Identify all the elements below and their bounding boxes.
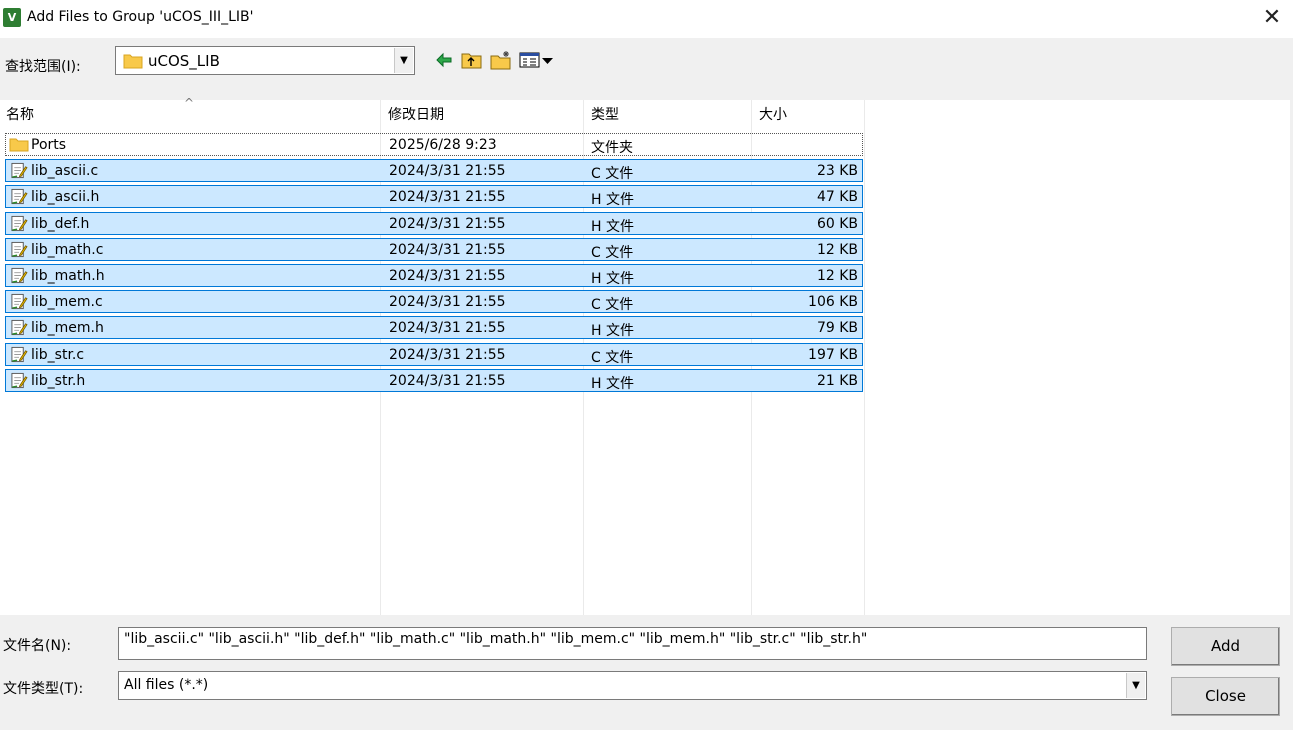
file-size: 79 KB	[816, 320, 858, 336]
file-row[interactable]: lib_ascii.h 2024/3/31 21:55 H 文件 47 KB	[5, 185, 863, 208]
folder-icon	[9, 138, 29, 152]
file-modified: 2024/3/31 21:55	[389, 373, 506, 389]
file-name: lib_mem.h	[31, 320, 104, 336]
window-title: Add Files to Group 'uCOS_III_LIB'	[27, 9, 254, 25]
source-file-icon	[11, 241, 28, 258]
file-size: 23 KB	[816, 163, 858, 179]
file-row[interactable]: lib_math.c 2024/3/31 21:55 C 文件 12 KB	[5, 238, 863, 261]
source-file-icon	[11, 267, 28, 284]
file-size: 12 KB	[816, 242, 858, 258]
file-size: 197 KB	[808, 347, 858, 363]
file-modified: 2025/6/28 9:23	[389, 137, 497, 153]
file-size: 12 KB	[816, 268, 858, 284]
file-size: 21 KB	[816, 373, 858, 389]
file-size: 60 KB	[816, 216, 858, 232]
file-type: H 文件	[591, 219, 634, 235]
filename-label: 文件名(N):	[3, 638, 72, 654]
file-modified: 2024/3/31 21:55	[389, 242, 506, 258]
column-header-type[interactable]: 类型	[585, 100, 750, 130]
file-row[interactable]: lib_math.h 2024/3/31 21:55 H 文件 12 KB	[5, 264, 863, 287]
file-row[interactable]: lib_str.h 2024/3/31 21:55 H 文件 21 KB	[5, 369, 863, 392]
file-type: C 文件	[591, 245, 634, 261]
column-header-modified[interactable]: 修改日期	[382, 100, 582, 130]
source-file-icon	[11, 215, 28, 232]
chevron-down-icon[interactable]: ▼	[1126, 673, 1145, 698]
file-type: H 文件	[591, 376, 634, 392]
file-modified: 2024/3/31 21:55	[389, 268, 506, 284]
filename-input[interactable]: "lib_ascii.c" "lib_ascii.h" "lib_def.h" …	[118, 627, 1147, 660]
chevron-down-icon[interactable]: ▼	[394, 48, 413, 73]
file-type: C 文件	[591, 166, 634, 182]
file-size: 106 KB	[808, 294, 858, 310]
app-icon: V	[3, 8, 21, 27]
close-button[interactable]: Close	[1171, 677, 1280, 716]
file-modified: 2024/3/31 21:55	[389, 163, 506, 179]
file-size: 47 KB	[816, 189, 858, 205]
file-name: Ports	[31, 137, 67, 153]
file-name: lib_mem.c	[31, 294, 103, 310]
add-button[interactable]: Add	[1171, 627, 1280, 666]
file-row[interactable]: lib_ascii.c 2024/3/31 21:55 C 文件 23 KB	[5, 159, 863, 182]
title-bar: V Add Files to Group 'uCOS_III_LIB' ✕	[0, 0, 1293, 38]
file-name: lib_str.c	[31, 347, 85, 363]
file-row[interactable]: Ports 2025/6/28 9:23 文件夹	[5, 133, 863, 156]
file-type: H 文件	[591, 192, 634, 208]
file-modified: 2024/3/31 21:55	[389, 320, 506, 336]
source-file-icon	[11, 188, 28, 205]
file-type: H 文件	[591, 271, 634, 287]
back-arrow-icon[interactable]	[435, 50, 453, 70]
file-name: lib_ascii.h	[31, 189, 100, 205]
source-file-icon	[11, 319, 28, 336]
file-name: lib_str.h	[31, 373, 86, 389]
file-row[interactable]: lib_str.c 2024/3/31 21:55 C 文件 197 KB	[5, 343, 863, 366]
new-folder-icon[interactable]	[490, 50, 512, 70]
source-file-icon	[11, 162, 28, 179]
filetype-dropdown[interactable]: All files (*.*) ▼	[118, 671, 1147, 700]
file-type: C 文件	[591, 350, 634, 366]
file-modified: 2024/3/31 21:55	[389, 347, 506, 363]
file-type: H 文件	[591, 323, 634, 339]
look-in-value: uCOS_LIB	[148, 52, 220, 70]
up-folder-icon[interactable]	[461, 50, 483, 70]
file-name: lib_math.h	[31, 268, 105, 284]
file-row[interactable]: lib_def.h 2024/3/31 21:55 H 文件 60 KB	[5, 212, 863, 235]
column-header-size[interactable]: 大小	[753, 100, 863, 130]
filetype-value: All files (*.*)	[124, 677, 209, 693]
filetype-label: 文件类型(T):	[3, 681, 84, 697]
file-type: C 文件	[591, 297, 634, 313]
column-separator	[864, 100, 865, 615]
source-file-icon	[11, 293, 28, 310]
close-window-icon[interactable]: ✕	[1251, 0, 1293, 38]
folder-icon	[123, 54, 143, 69]
file-row[interactable]: lib_mem.c 2024/3/31 21:55 C 文件 106 KB	[5, 290, 863, 313]
file-row[interactable]: lib_mem.h 2024/3/31 21:55 H 文件 79 KB	[5, 316, 863, 339]
file-name: lib_math.c	[31, 242, 104, 258]
view-menu-icon[interactable]	[519, 50, 555, 70]
file-name: lib_def.h	[31, 216, 90, 232]
column-header-name[interactable]: 名称	[0, 100, 380, 130]
file-modified: 2024/3/31 21:55	[389, 216, 506, 232]
file-name: lib_ascii.c	[31, 163, 99, 179]
look-in-dropdown[interactable]: uCOS_LIB ▼	[115, 46, 415, 75]
source-file-icon	[11, 346, 28, 363]
look-in-label: 查找范围(I):	[5, 59, 81, 75]
source-file-icon	[11, 372, 28, 389]
file-type: 文件夹	[591, 140, 633, 156]
file-modified: 2024/3/31 21:55	[389, 189, 506, 205]
file-modified: 2024/3/31 21:55	[389, 294, 506, 310]
